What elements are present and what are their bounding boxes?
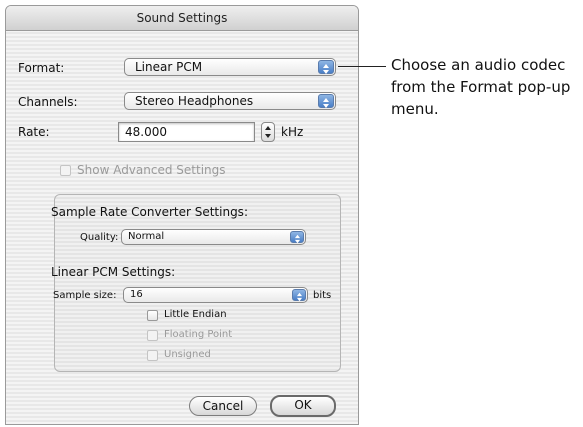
format-popup[interactable]: Linear PCM (124, 58, 336, 76)
rate-label: Rate: (18, 125, 50, 139)
quality-popup[interactable]: Normal (121, 229, 306, 245)
sample-rate-converter-heading: Sample Rate Converter Settings: (51, 205, 248, 219)
callout-text: Choose an audio codec from the Format po… (391, 56, 571, 118)
popup-arrows-icon (290, 231, 304, 244)
rate-value: 48.000 (125, 125, 167, 139)
channels-popup[interactable]: Stereo Headphones (124, 92, 336, 110)
sample-size-label: Sample size: (53, 290, 117, 301)
format-value: Linear PCM (135, 60, 203, 74)
popup-arrows-icon (292, 289, 306, 302)
unsigned-checkbox[interactable] (147, 350, 158, 361)
little-endian-checkbox[interactable] (147, 310, 158, 321)
sample-size-value: 16 (130, 289, 143, 300)
format-label: Format: (18, 61, 65, 75)
rate-unit: kHz (281, 125, 304, 139)
ok-button[interactable]: OK (270, 395, 336, 417)
cancel-button[interactable]: Cancel (189, 396, 257, 416)
rate-stepper[interactable] (261, 122, 275, 142)
quality-value: Normal (128, 231, 165, 242)
show-advanced-label: Show Advanced Settings (77, 163, 226, 177)
rate-field[interactable]: 48.000 (118, 122, 255, 142)
show-advanced-checkbox[interactable] (60, 165, 71, 176)
floating-point-label: Floating Point (164, 329, 233, 340)
quality-label: Quality: (80, 232, 119, 243)
sample-size-unit: bits (313, 290, 332, 301)
linear-pcm-heading: Linear PCM Settings: (51, 265, 176, 279)
popup-arrows-icon (318, 94, 334, 108)
sample-size-popup[interactable]: 16 (123, 287, 308, 303)
floating-point-checkbox[interactable] (147, 330, 158, 341)
advanced-settings-group (54, 194, 341, 372)
callout-pointer-line (338, 66, 386, 67)
stepper-arrows-icon (265, 126, 271, 138)
sound-settings-dialog: Sound Settings Format: Linear PCM Channe… (5, 5, 359, 425)
popup-arrows-icon (318, 60, 334, 74)
window-title: Sound Settings (6, 6, 358, 31)
little-endian-label: Little Endian (164, 309, 227, 320)
channels-label: Channels: (18, 95, 78, 109)
channels-value: Stereo Headphones (135, 94, 254, 108)
unsigned-label: Unsigned (164, 349, 211, 360)
